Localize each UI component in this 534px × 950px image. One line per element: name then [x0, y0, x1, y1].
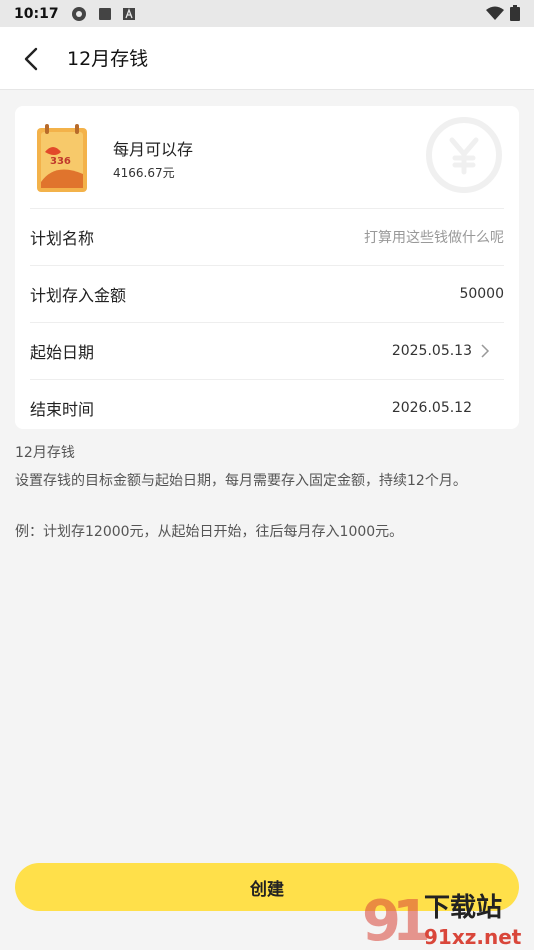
monthly-label: 每月可以存: [113, 140, 194, 159]
status-bar: 10:17: [0, 0, 534, 27]
description-title: 12月存钱: [15, 445, 75, 461]
back-arrow-icon[interactable]: [18, 45, 46, 73]
monthly-amount: 4166.67元: [113, 166, 175, 180]
start-date-label: 起始日期: [30, 343, 95, 362]
plan-amount-label: 计划存入金额: [30, 286, 127, 305]
status-time: 10:17: [14, 5, 59, 22]
battery-icon: [510, 5, 520, 21]
start-date-value[interactable]: 2025.05.13: [392, 343, 472, 359]
site-watermark: 9 1 下载站 91xz.net: [362, 889, 522, 948]
page-title: 12月存钱: [67, 48, 149, 70]
description: 12月存钱 设置存钱的目标金额与起始日期，每月需要存入固定金额，持续12个月。 …: [15, 446, 525, 539]
calendar-illustration: 336: [37, 124, 87, 192]
square-icon: [98, 7, 111, 20]
chevron-right-icon[interactable]: [480, 344, 490, 358]
a-icon: [122, 7, 135, 20]
end-date-row: 结束时间 2026.05.12: [30, 379, 504, 429]
card-header: 336 每月可以存 4166.67元: [15, 106, 519, 208]
description-text: 设置存钱的目标金额与起始日期，每月需要存入固定金额，持续12个月。: [15, 473, 467, 489]
wifi-icon: [486, 6, 504, 20]
app-bar: 12月存钱: [0, 27, 534, 90]
plan-amount-input[interactable]: 50000: [459, 286, 504, 302]
yuan-coin-icon: [426, 117, 502, 193]
start-date-row[interactable]: 起始日期 2025.05.13: [30, 322, 504, 379]
plan-name-input[interactable]: 打算用这些钱做什么呢: [364, 227, 504, 247]
plan-amount-row[interactable]: 计划存入金额 50000: [30, 265, 504, 322]
plan-card: 336 每月可以存 4166.67元 计划名称 打算用这些钱做什么呢 计划存入金…: [15, 106, 519, 429]
end-date-value: 2026.05.12: [391, 400, 472, 416]
sync-icon: [71, 6, 86, 21]
plan-name-label: 计划名称: [30, 229, 95, 248]
watermark-top: 下载站: [424, 893, 502, 923]
end-date-label: 结束时间: [30, 400, 95, 419]
calendar-number: 336: [50, 156, 71, 167]
description-example: 例：计划存12000元，从起始日开始，往后每月存入1000元。: [15, 524, 404, 540]
watermark-bottom: 91xz.net: [424, 925, 522, 948]
plan-name-row[interactable]: 计划名称 打算用这些钱做什么呢: [30, 208, 504, 265]
